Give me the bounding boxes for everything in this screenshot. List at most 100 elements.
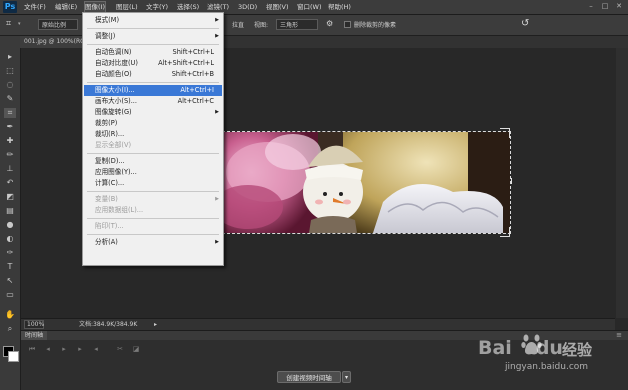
prev-frame-icon[interactable]: ◂	[43, 345, 53, 353]
menu-help[interactable]: 帮助(H)	[328, 2, 351, 12]
baidu-paw-icon	[521, 332, 542, 356]
image-menu-item[interactable]: 图像大小(I)... Alt+Ctrl+I	[84, 85, 222, 96]
zoom-level-field[interactable]: 100%	[24, 320, 44, 329]
lasso-tool-icon[interactable]: ◌	[4, 80, 16, 90]
menu-select[interactable]: 选择(S)	[177, 2, 199, 12]
eraser-tool-icon[interactable]: ◩	[4, 192, 16, 202]
image-menu-item[interactable]: 自动对比度(U) Alt+Shift+Ctrl+L	[84, 58, 222, 69]
stamp-tool-icon[interactable]: ⊥	[4, 164, 16, 174]
image-menu-item[interactable]: 调整(J) ▶	[84, 31, 222, 42]
image-menu-item: 应用数据组(L)...	[84, 205, 222, 216]
gradient-tool-icon[interactable]: ▤	[4, 206, 16, 216]
delete-cropped-checkbox[interactable]	[344, 21, 351, 28]
image-menu-item[interactable]: 计算(C)...	[84, 178, 222, 189]
split-icon[interactable]: ✂	[115, 345, 125, 353]
menu-layer[interactable]: 图层(L)	[116, 2, 138, 12]
crop-tool-icon[interactable]: ⌗	[6, 19, 11, 29]
image-menu-item[interactable]: 自动色调(N) Shift+Ctrl+L	[84, 47, 222, 58]
image-menu-item: 变量(B) ▶	[84, 194, 222, 205]
menu-window[interactable]: 窗口(W)	[297, 2, 322, 12]
image-menu-item[interactable]: 画布大小(S)... Alt+Ctrl+C	[84, 96, 222, 107]
image-menu-item[interactable]: 裁切(R)...	[84, 129, 222, 140]
audio-icon[interactable]: ◂	[91, 345, 101, 353]
menu-item-label: 调整(J)	[95, 32, 116, 40]
menu-separator	[87, 153, 219, 154]
crop-handle-bottom-right[interactable]	[500, 227, 510, 237]
menu-edit[interactable]: 编辑(E)	[55, 2, 77, 12]
delete-cropped-label: 删除裁剪的像素	[354, 22, 397, 29]
menu-item-label: 应用数据组(L)...	[95, 206, 144, 214]
menu-image[interactable]: 图像(I)	[84, 1, 106, 13]
menu-item-label: 模式(M)	[95, 16, 120, 24]
image-menu-item: 陷印(T)...	[84, 221, 222, 232]
menu-3d[interactable]: 3D(D)	[238, 2, 257, 12]
maximize-button[interactable]: □	[600, 1, 610, 11]
move-tool-icon[interactable]: ▸	[4, 52, 16, 62]
image-menu-dropdown: 模式(M) ▶ 调整(J) ▶ 自动色调(N) Shift+Ctrl+L 自动对比度(U) A…	[82, 12, 224, 266]
play-icon[interactable]: ▸	[59, 345, 69, 353]
crop-ratio-select[interactable]: 原始比例	[38, 19, 78, 30]
menu-item-label: 裁剪(P)	[95, 119, 118, 127]
image-menu-item[interactable]: 图像旋转(G) ▶	[84, 107, 222, 118]
hand-tool-icon[interactable]: ✋	[4, 310, 16, 320]
menu-item-shortcut: Alt+Ctrl+I	[180, 86, 214, 94]
create-timeline-dropdown[interactable]: ▾	[342, 371, 351, 383]
transition-icon[interactable]: ◪	[131, 345, 141, 353]
tools-panel: ▸ ⬚ ◌ ✎ ⌗ ✒ ✚ ✏ ⊥ ↶ ◩ ▤ ● ◐ ✑ T ↖ ▭ ✋ ⌕	[0, 36, 21, 390]
path-select-tool-icon[interactable]: ↖	[4, 276, 16, 286]
zoom-tool-icon[interactable]: ⌕	[4, 324, 16, 334]
type-tool-icon[interactable]: T	[4, 262, 16, 272]
status-menu-arrow-icon[interactable]: ▸	[154, 319, 157, 330]
menu-item-shortcut: Shift+Ctrl+B	[171, 70, 214, 78]
crop-handle-top-right[interactable]	[500, 128, 510, 138]
image-menu-item[interactable]: 分析(A) ▶	[84, 237, 222, 248]
image-menu-item[interactable]: 模式(M) ▶	[84, 15, 222, 26]
watermark-url: jingyan.baidu.com	[505, 362, 589, 372]
document-image[interactable]	[222, 131, 511, 234]
healing-tool-icon[interactable]: ✚	[4, 136, 16, 146]
image-menu-item[interactable]: 应用图像(Y)...	[84, 167, 222, 178]
image-menu-item[interactable]: 自动颜色(O) Shift+Ctrl+B	[84, 69, 222, 80]
eyedropper-tool-icon[interactable]: ✒	[4, 122, 16, 132]
menu-type[interactable]: 文字(Y)	[146, 2, 168, 12]
straighten-button[interactable]: 拉直	[232, 20, 244, 29]
first-frame-icon[interactable]: ⏮	[27, 345, 37, 353]
view-overlay-select[interactable]: 三角形	[276, 19, 318, 30]
tool-preset-chevron-icon[interactable]: ▾	[18, 21, 21, 27]
background-color-swatch[interactable]	[8, 351, 19, 362]
menu-item-label: 裁切(R)...	[95, 130, 125, 138]
shape-tool-icon[interactable]: ▭	[4, 290, 16, 300]
minimize-button[interactable]: –	[586, 1, 596, 11]
document-size-info[interactable]: 文档:384.9K/384.9K	[79, 319, 137, 330]
menu-view[interactable]: 视图(V)	[266, 2, 289, 12]
create-video-timeline-button[interactable]: 创建视频时间轴	[277, 371, 341, 383]
menu-item-shortcut: Alt+Shift+Ctrl+L	[158, 59, 214, 67]
gear-icon[interactable]: ⚙	[326, 19, 333, 28]
submenu-arrow-icon: ▶	[215, 239, 219, 245]
quick-select-tool-icon[interactable]: ✎	[4, 94, 16, 104]
crop-handle-right[interactable]	[507, 178, 512, 184]
menu-separator	[87, 44, 219, 45]
photoshop-logo: Ps	[3, 1, 17, 13]
view-label: 视图:	[254, 22, 269, 29]
submenu-arrow-icon: ▶	[215, 17, 219, 23]
history-brush-tool-icon[interactable]: ↶	[4, 178, 16, 188]
menu-file[interactable]: 文件(F)	[24, 2, 46, 12]
menu-item-label: 图像旋转(G)	[95, 108, 132, 116]
dodge-tool-icon[interactable]: ◐	[4, 234, 16, 244]
menu-filter[interactable]: 滤镜(T)	[207, 2, 229, 12]
submenu-arrow-icon: ▶	[215, 196, 219, 202]
vertical-scrollbar[interactable]	[616, 48, 628, 318]
next-frame-icon[interactable]: ▸	[75, 345, 85, 353]
menu-item-label: 陷印(T)...	[95, 222, 124, 230]
marquee-tool-icon[interactable]: ⬚	[4, 66, 16, 76]
close-button[interactable]: ✕	[614, 1, 624, 11]
reset-icon[interactable]: ↺	[521, 18, 529, 29]
brush-tool-icon[interactable]: ✏	[4, 150, 16, 160]
panel-menu-icon[interactable]: ≡	[616, 331, 622, 339]
image-menu-item[interactable]: 裁剪(P)	[84, 118, 222, 129]
image-menu-item[interactable]: 复制(D)...	[84, 156, 222, 167]
crop-tool-icon[interactable]: ⌗	[4, 108, 16, 118]
pen-tool-icon[interactable]: ✑	[4, 248, 16, 258]
blur-tool-icon[interactable]: ●	[4, 220, 16, 230]
